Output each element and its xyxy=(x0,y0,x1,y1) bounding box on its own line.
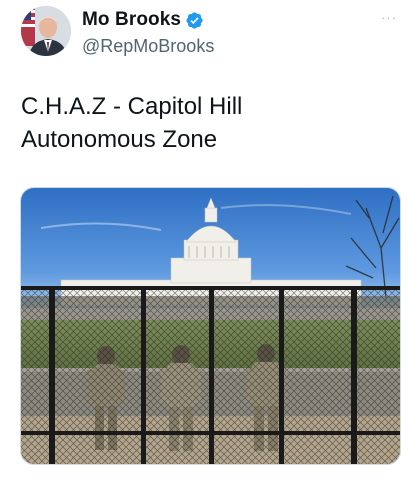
tweet-photo[interactable] xyxy=(20,187,401,465)
tweet-card: Mo Brooks @RepMoBrooks ··· C.H.A.Z - Cap… xyxy=(0,0,419,480)
capitol-fence-photo xyxy=(21,188,400,464)
more-options-icon[interactable]: ··· xyxy=(381,10,397,25)
display-name[interactable]: Mo Brooks xyxy=(82,9,181,31)
avatar[interactable] xyxy=(21,6,71,56)
tweet-text-line-1: C.H.A.Z - Capitol Hill xyxy=(21,93,243,120)
author-handle[interactable]: @RepMoBrooks xyxy=(82,36,214,57)
author-row: Mo Brooks xyxy=(82,8,204,32)
tweet-text-line-2: Autonomous Zone xyxy=(21,126,218,153)
tweet-text: C.H.A.Z - Capitol Hill Autonomous Zone xyxy=(21,90,391,156)
avatar-image xyxy=(21,6,71,56)
verified-badge-icon xyxy=(185,11,204,30)
